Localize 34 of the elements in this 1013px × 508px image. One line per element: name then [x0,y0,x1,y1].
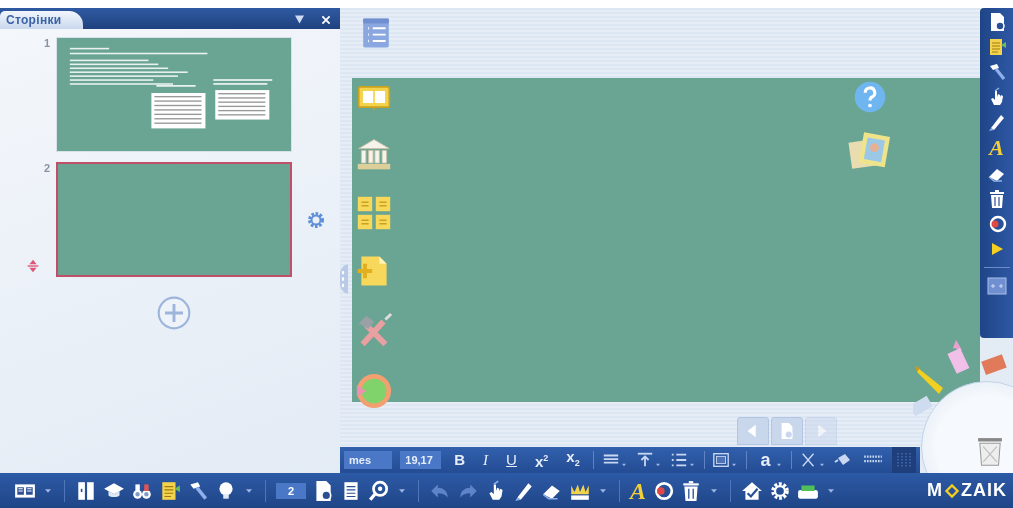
collapse-handle[interactable] [340,263,350,295]
vertical-align-icon[interactable] [635,451,654,469]
script-button[interactable]: x$^{2}$ [529,449,554,471]
expand-icon[interactable] [986,276,1007,296]
underline-button[interactable]: U [501,451,522,469]
text-tool-button[interactable]: A [989,137,1004,159]
page-thumbnail[interactable] [56,162,292,277]
bullet-list-icon[interactable] [669,451,688,469]
font-field[interactable]: mes [344,451,393,469]
page-number-field[interactable]: 2 [276,482,306,499]
pages-tab[interactable]: Сторінки [0,11,84,29]
trash-icon[interactable] [680,479,702,502]
settings-icon[interactable] [769,479,791,502]
list-icon[interactable] [360,17,392,49]
bold-button[interactable]: B [449,451,471,469]
help-icon[interactable] [853,80,887,114]
logo: M ZAIK [927,480,1007,501]
zoom-icon[interactable] [368,479,390,502]
hammer-icon[interactable] [187,479,209,502]
text-color-button[interactable]: a [755,451,776,469]
frame-icon[interactable] [712,451,731,469]
pen-icon[interactable] [986,112,1007,132]
close-icon[interactable] [320,14,332,26]
door-icon[interactable] [75,479,97,502]
page-number: 2 [43,162,50,174]
text-tool-button[interactable]: A [630,478,646,503]
notes-icon[interactable] [159,479,181,502]
italic-button[interactable]: I [478,451,494,469]
script-button[interactable]: x$_{2}$ [561,448,585,472]
page-number: 1 [43,37,50,49]
dropdown-icon[interactable] [293,13,306,26]
diamond-icon [944,482,960,499]
record-icon[interactable] [652,479,674,502]
font-size-field[interactable]: 19,17 [400,451,442,469]
